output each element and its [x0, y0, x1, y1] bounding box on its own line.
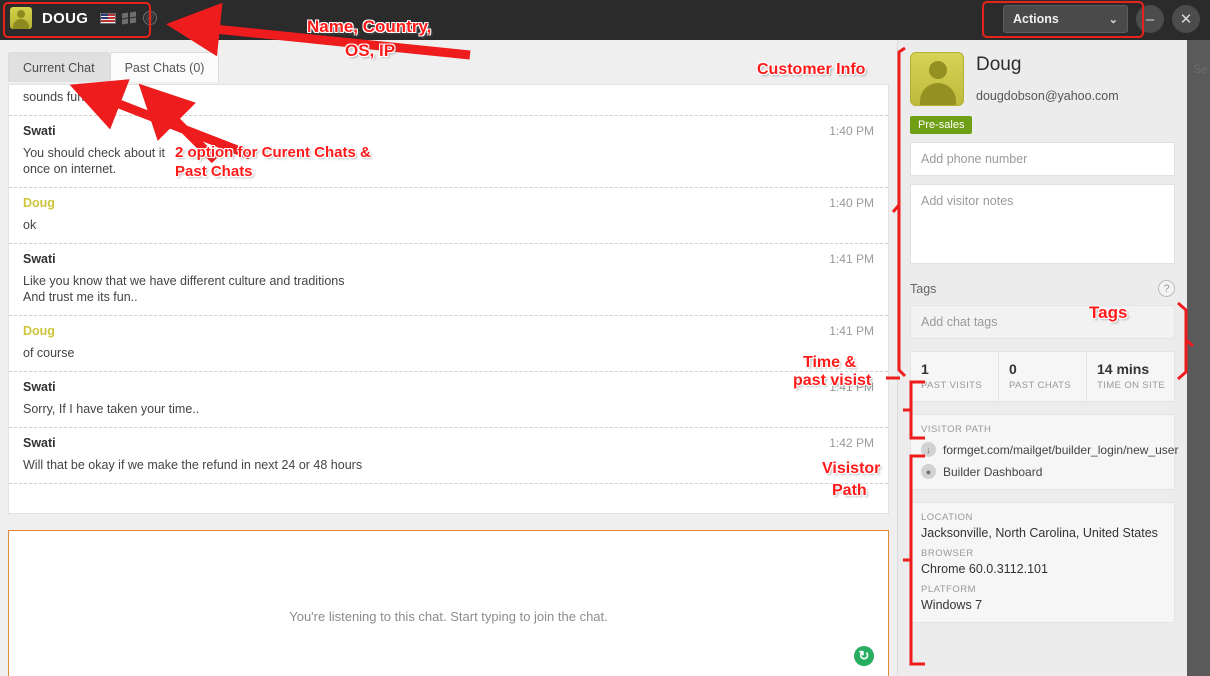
- customer-identity: Doug dougdobson@yahoo.com: [976, 52, 1119, 106]
- close-button[interactable]: ✕: [1172, 5, 1200, 33]
- chat-message: Swati Like you know that we have differe…: [9, 244, 888, 316]
- visitor-avatar-icon: [10, 7, 32, 29]
- chat-message: Doug of course 1:41 PM: [9, 316, 888, 372]
- location-value: Jacksonville, North Carolina, United Sta…: [921, 526, 1158, 540]
- stat-label: PAST VISITS: [921, 380, 983, 391]
- chat-message: Swati You should check about it once on …: [9, 116, 888, 188]
- background-ghost-text: Se: [1193, 62, 1208, 76]
- platform-value: Windows 7: [921, 598, 983, 612]
- window-controls: Actions ⌄ – ✕: [1003, 5, 1200, 33]
- visitor-path-item[interactable]: ↓ formget.com/mailget/builder_login/new_…: [921, 442, 1178, 457]
- visitor-meta-icons: @: [100, 11, 158, 25]
- window-titlebar: DOUG @ Actions ⌄ – ✕: [0, 0, 1210, 40]
- stat-label: PAST CHATS: [1009, 380, 1072, 391]
- message-line: ok: [23, 218, 37, 232]
- current-page-dot-icon: ●: [921, 464, 936, 479]
- message-author: Doug: [23, 196, 55, 210]
- message-line: sounds fun: [23, 90, 85, 104]
- chat-message: Doug ok 1:40 PM: [9, 188, 888, 244]
- message-body: Will that be okay if we make the refund …: [23, 457, 703, 473]
- chat-transcript[interactable]: sounds fun Swati You should check about …: [8, 84, 889, 514]
- tags-header: Tags ?: [910, 280, 1175, 297]
- actions-label: Actions: [1013, 12, 1059, 26]
- customer-avatar-icon: [910, 52, 964, 106]
- message-timestamp: 1:41 PM: [829, 324, 874, 338]
- status-badge: Pre-sales: [910, 116, 973, 134]
- refresh-icon[interactable]: ↻: [854, 646, 874, 666]
- tags-label: Tags: [910, 281, 937, 296]
- message-timestamp: 1:41 PM: [829, 252, 874, 266]
- tags-input[interactable]: Add chat tags: [910, 305, 1175, 339]
- stat-value: 0: [1009, 361, 1017, 377]
- download-arrow-icon: ↓: [921, 442, 936, 457]
- browser-label: BROWSER: [921, 548, 974, 559]
- us-flag-icon: [100, 12, 117, 24]
- customer-info-panel: Doug dougdobson@yahoo.com Pre-sales Add …: [897, 40, 1187, 676]
- location-label: LOCATION: [921, 512, 973, 523]
- message-line: And trust me its fun..: [23, 290, 138, 304]
- message-line: Will that be okay if we make the refund …: [23, 458, 363, 472]
- windows-icon: [122, 11, 137, 25]
- visitor-path-item[interactable]: ● Builder Dashboard: [921, 464, 1164, 479]
- stat-label: TIME ON SITE: [1097, 380, 1166, 391]
- message-timestamp: 1:40 PM: [829, 196, 874, 210]
- minimize-button[interactable]: –: [1136, 5, 1164, 33]
- platform-label: PLATFORM: [921, 584, 977, 595]
- message-body: Sorry, If I have taken your time..: [23, 401, 703, 417]
- window-body: Current Chat Past Chats (0) sounds fun S…: [0, 40, 1187, 676]
- customer-name: Doug: [976, 54, 1022, 75]
- stat-time-on-site: 14 mins TIME ON SITE: [1087, 352, 1174, 401]
- stat-past-chats: 0 PAST CHATS: [999, 352, 1087, 401]
- visitor-path-card: VISITOR PATH ↓ formget.com/mailget/build…: [910, 414, 1178, 490]
- message-author: Doug: [23, 324, 55, 338]
- notes-input[interactable]: Add visitor notes: [910, 184, 1175, 264]
- chat-composer[interactable]: You're listening to this chat. Start typ…: [8, 530, 889, 676]
- message-author: Swati: [23, 252, 56, 266]
- stat-value: 1: [921, 361, 929, 377]
- message-line: You should check about it: [23, 146, 166, 160]
- message-body: Like you know that we have different cul…: [23, 273, 703, 305]
- chat-tabs: Current Chat Past Chats (0): [8, 52, 220, 82]
- message-timestamp: 1:42 PM: [829, 436, 874, 450]
- customer-header: Doug dougdobson@yahoo.com: [898, 40, 1187, 106]
- phone-input[interactable]: Add phone number: [910, 142, 1175, 176]
- message-body: You should check about it once on intern…: [23, 145, 703, 177]
- ip-icon: @: [143, 11, 158, 25]
- message-body: ok: [23, 217, 703, 233]
- message-body: of course: [23, 345, 703, 361]
- stat-past-visits: 1 PAST VISITS: [911, 352, 999, 401]
- message-body: sounds fun: [23, 89, 703, 105]
- customer-email: dougdobson@yahoo.com: [976, 89, 1119, 103]
- composer-placeholder: You're listening to this chat. Start typ…: [289, 609, 608, 624]
- message-author: Swati: [23, 380, 56, 394]
- message-line: once on internet.: [23, 162, 117, 176]
- message-timestamp: 1:40 PM: [829, 124, 874, 138]
- chat-panel: Current Chat Past Chats (0) sounds fun S…: [0, 40, 897, 676]
- visitor-stats: 1 PAST VISITS 0 PAST CHATS 14 mins TIME …: [910, 351, 1175, 402]
- message-line: Like you know that we have different cul…: [23, 274, 345, 288]
- chat-message: Swati Will that be okay if we make the r…: [9, 428, 888, 484]
- actions-dropdown[interactable]: Actions ⌄: [1003, 5, 1128, 33]
- message-line: of course: [23, 346, 75, 360]
- visitor-identity: DOUG @: [10, 7, 158, 29]
- chat-message: Swati Sorry, If I have taken your time..…: [9, 372, 888, 428]
- tab-current-chat[interactable]: Current Chat: [8, 52, 110, 82]
- browser-value: Chrome 60.0.3112.101: [921, 562, 1048, 576]
- visitor-path-url: Builder Dashboard: [943, 464, 1043, 479]
- tab-past-chats[interactable]: Past Chats (0): [109, 52, 220, 82]
- visitor-name-label: DOUG: [42, 9, 89, 27]
- chat-window: Se DOUG @ Actions ⌄ – ✕ Current Chat Pas…: [0, 0, 1210, 676]
- message-line: Sorry, If I have taken your time..: [23, 402, 200, 416]
- message-author: Swati: [23, 436, 56, 450]
- visitor-details-card: LOCATION Jacksonville, North Carolina, U…: [910, 502, 1175, 623]
- chevron-down-icon: ⌄: [1108, 13, 1118, 26]
- chat-message: sounds fun: [9, 85, 888, 116]
- help-icon[interactable]: ?: [1158, 280, 1175, 297]
- stat-value: 14 mins: [1097, 361, 1150, 377]
- message-timestamp: 1:41 PM: [829, 380, 874, 394]
- visitor-path-label: VISITOR PATH: [921, 424, 992, 435]
- visitor-path-url: formget.com/mailget/builder_login/new_us…: [943, 442, 1179, 457]
- message-author: Swati: [23, 124, 56, 138]
- desktop-background: Se: [1187, 0, 1210, 676]
